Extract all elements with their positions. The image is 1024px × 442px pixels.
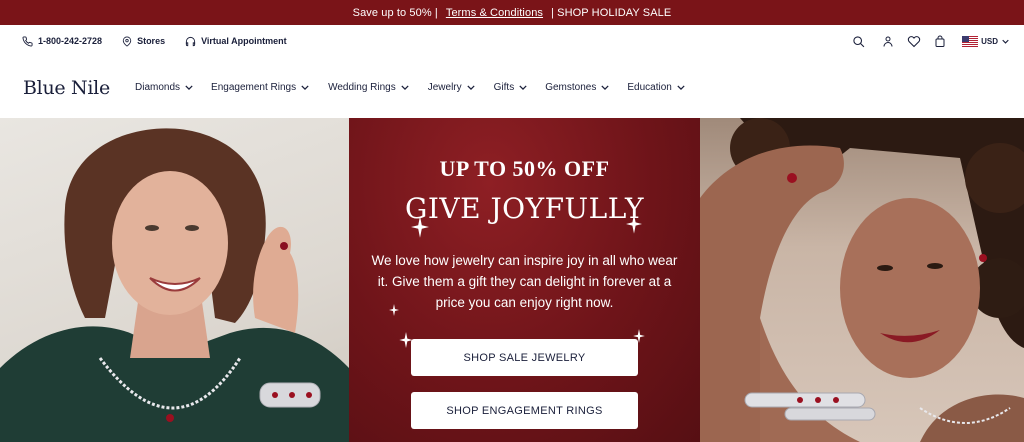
shop-sale-jewelry-button[interactable]: SHOP SALE JEWELRY [411, 339, 638, 376]
hero-photo-left [0, 118, 349, 442]
hero-body-text: We love how jewelry can inspire joy in a… [371, 253, 678, 310]
hero-title: GIVE JOYFULLY [404, 192, 645, 225]
nav-item-jewelry[interactable]: Jewelry [428, 82, 475, 93]
nav-item-diamonds[interactable]: Diamonds [135, 82, 193, 93]
us-flag-icon [962, 35, 979, 47]
nav-item-label: Wedding Rings [328, 82, 396, 93]
nav-item-label: Education [627, 82, 672, 93]
heart-icon[interactable] [907, 35, 921, 48]
model-portrait-right [700, 118, 1024, 442]
currency-label: USD [981, 36, 998, 46]
bag-icon[interactable] [934, 35, 946, 48]
terms-link[interactable]: Terms & Conditions [446, 7, 543, 19]
headset-icon [185, 36, 196, 46]
sparkle-icon [626, 214, 642, 234]
appointment-label: Virtual Appointment [201, 36, 287, 46]
promo-banner: Save up to 50% | Terms & Conditions | SH… [0, 0, 1024, 25]
nav-item-engagement-rings[interactable]: Engagement Rings [211, 82, 309, 93]
chevron-down-icon [519, 85, 527, 90]
hero-promo-panel: UP TO 50% OFF GIVE JOYFULLY We love how … [349, 118, 700, 442]
nav-item-label: Diamonds [135, 82, 181, 93]
nav-item-label: Gifts [493, 82, 515, 93]
utility-bar: 1-800-242-2728 Stores Virtual Appointmen… [0, 25, 1024, 57]
nav-item-wedding-rings[interactable]: Wedding Rings [328, 82, 409, 93]
nav-item-gifts[interactable]: Gifts [494, 82, 528, 93]
user-icon[interactable] [882, 35, 894, 48]
chevron-down-icon [301, 85, 309, 90]
promo-text: Save up to 50% | [352, 6, 438, 19]
chevron-down-icon [1002, 39, 1009, 44]
phone-icon [22, 35, 33, 46]
chevron-down-icon [401, 85, 409, 90]
stores-label: Stores [137, 36, 166, 46]
currency-selector[interactable]: USD [962, 35, 1012, 47]
stores-link[interactable]: Stores [122, 36, 165, 47]
chevron-down-icon [677, 85, 685, 90]
nav-item-label: Gemstones [545, 82, 597, 93]
main-navigation: Blue Nile Diamonds Engagement Rings Wedd… [0, 57, 1024, 118]
holiday-sale-link[interactable]: | SHOP HOLIDAY SALE [551, 7, 671, 19]
hero-photo-right [700, 118, 1024, 442]
search-icon[interactable] [852, 35, 865, 48]
phone-link[interactable]: 1-800-242-2728 [22, 35, 103, 47]
location-pin-icon [122, 36, 132, 47]
nav-menu: Diamonds Engagement Rings Wedding Rings … [135, 82, 685, 93]
nav-item-gemstones[interactable]: Gemstones [545, 82, 609, 93]
shop-engagement-rings-button[interactable]: SHOP ENGAGEMENT RINGS [411, 392, 638, 429]
nav-item-education[interactable]: Education [627, 82, 685, 93]
sparkle-icon [411, 216, 429, 238]
virtual-appointment-link[interactable]: Virtual Appointment [185, 36, 287, 47]
nav-item-label: Jewelry [427, 82, 462, 93]
chevron-down-icon [601, 85, 609, 90]
model-portrait-left [0, 128, 349, 442]
blue-nile-logo[interactable]: Blue Nile [23, 77, 123, 99]
hero-subtitle: UP TO 50% OFF [439, 156, 610, 181]
chevron-down-icon [467, 85, 475, 90]
nav-item-label: Engagement Rings [211, 82, 297, 93]
hero-banner: UP TO 50% OFF GIVE JOYFULLY We love how … [0, 118, 1024, 442]
phone-number: 1-800-242-2728 [38, 36, 103, 46]
chevron-down-icon [185, 85, 193, 90]
sparkle-icon [389, 304, 399, 316]
